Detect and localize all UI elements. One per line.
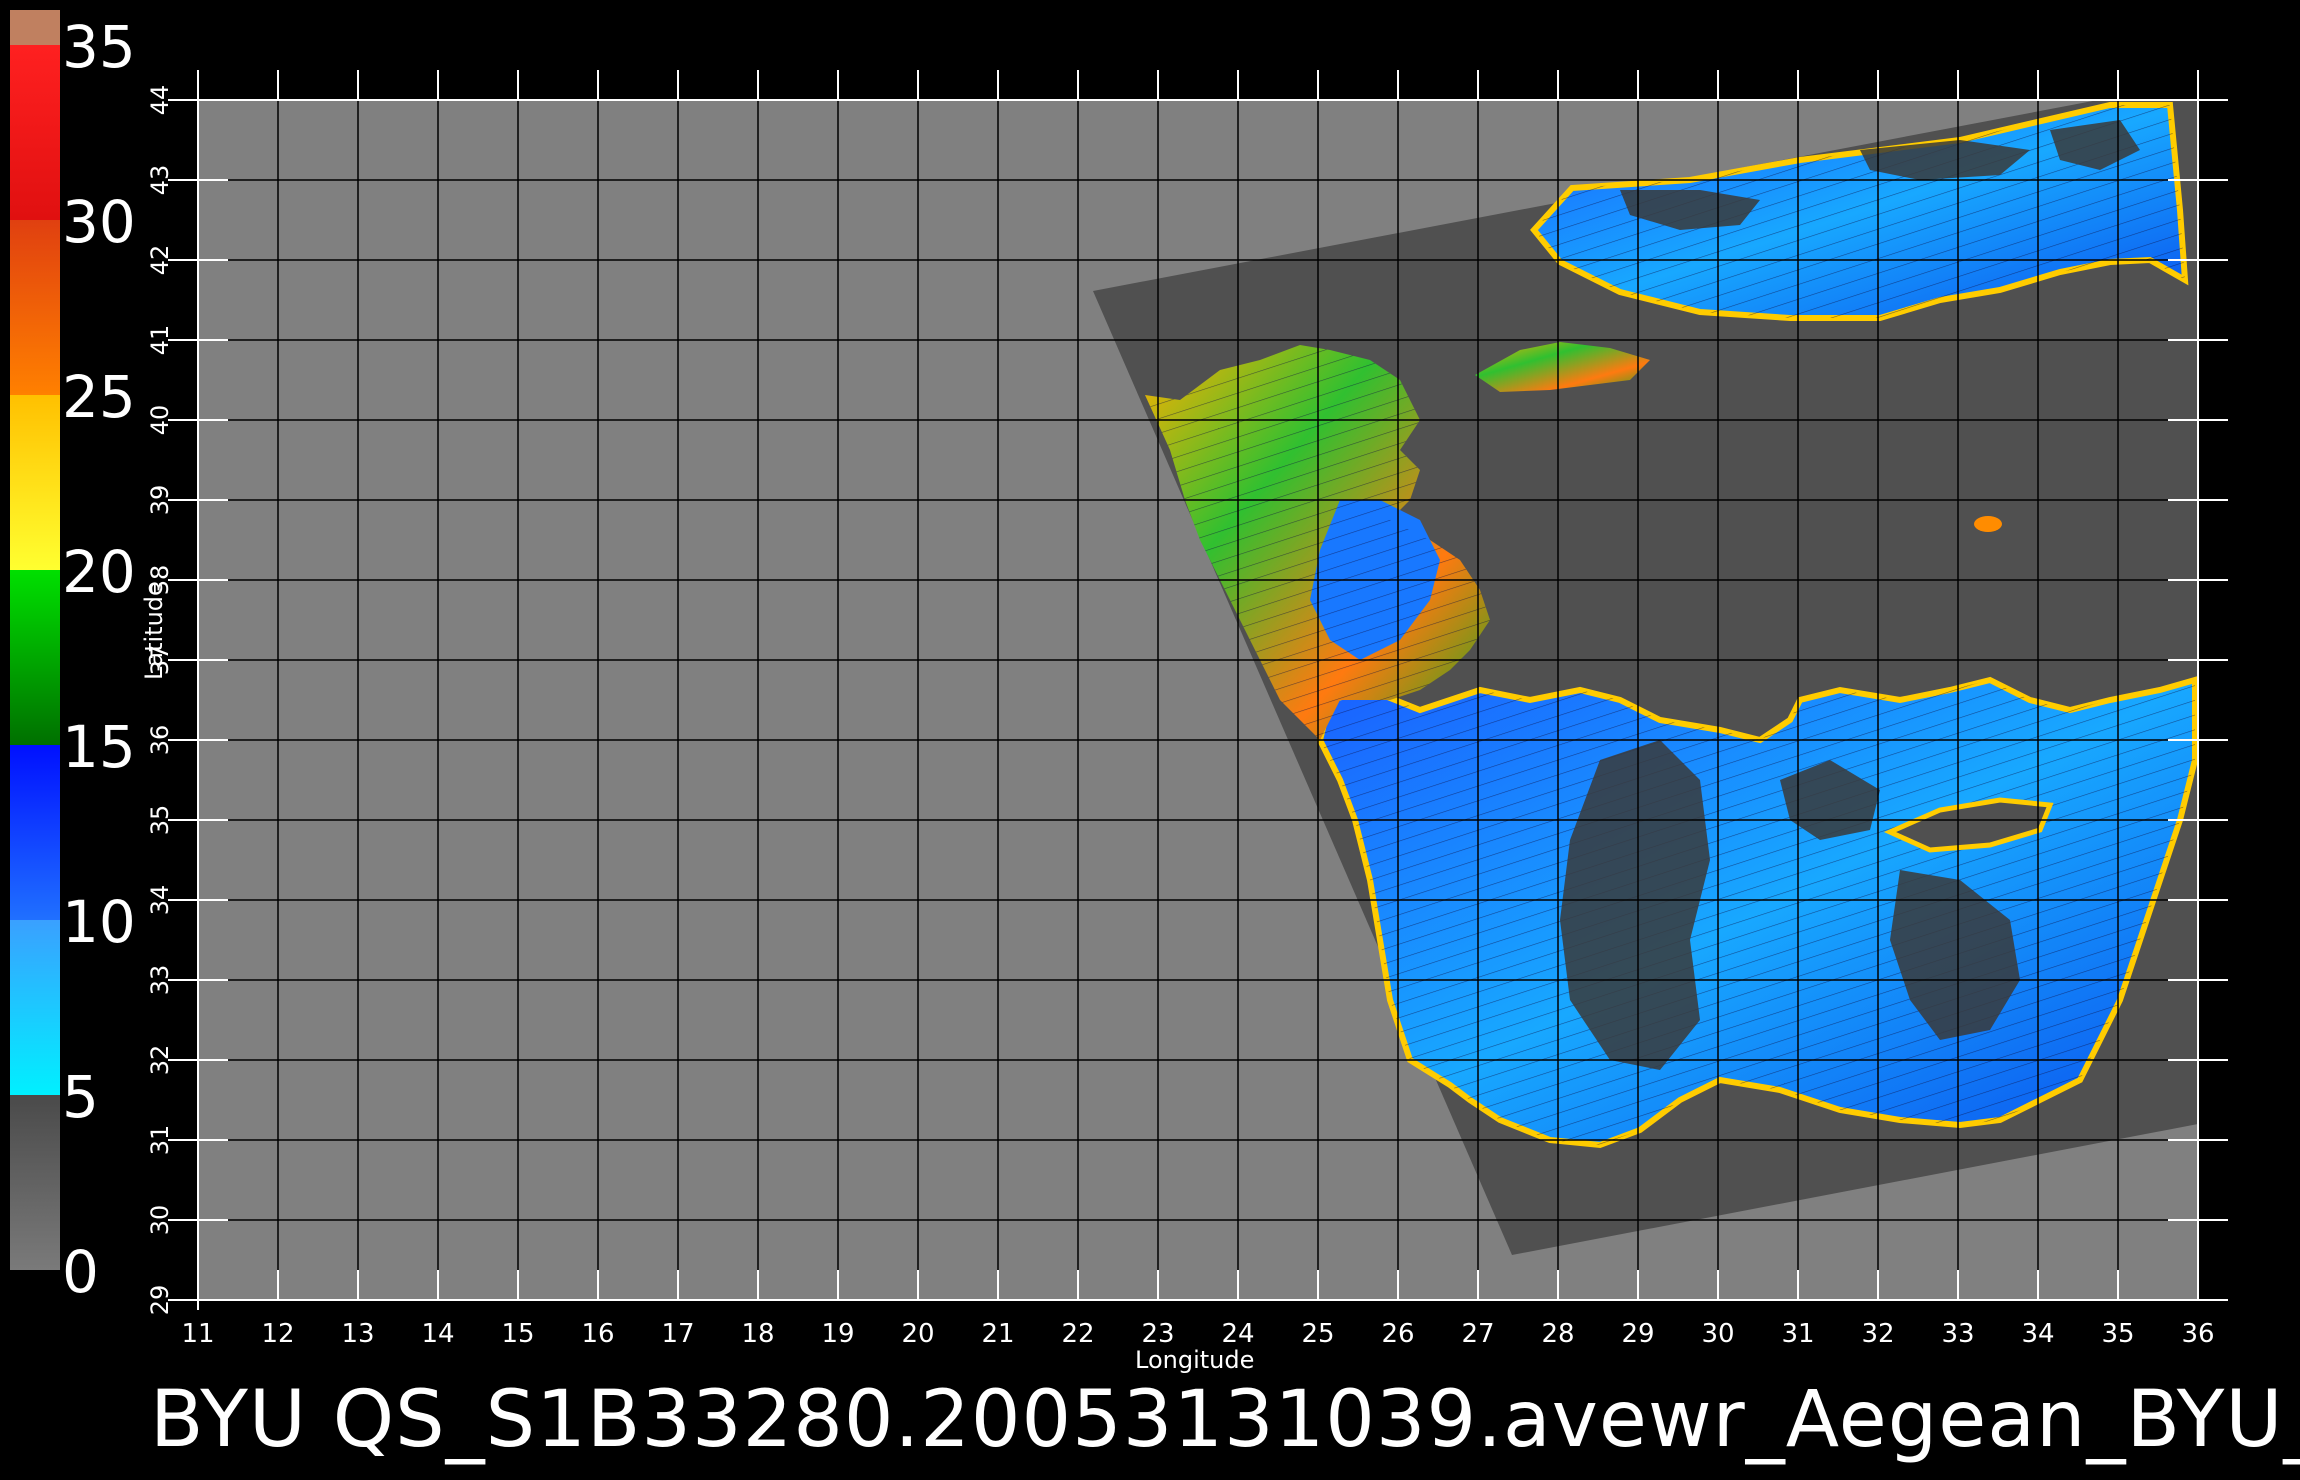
colorbar-label: 25 — [62, 363, 136, 431]
lat-tick-label: 32 — [146, 1045, 174, 1076]
lon-tick-label: 16 — [581, 1319, 614, 1349]
y-axis-title: Latitude — [140, 581, 168, 680]
lat-tick-label: 36 — [146, 725, 174, 756]
colorbar-band — [10, 220, 60, 395]
lat-tick-label: 35 — [146, 805, 174, 836]
colorbar-label: 15 — [62, 713, 136, 781]
lon-tick-label: 34 — [2021, 1319, 2054, 1349]
lat-tick-label: 40 — [146, 405, 174, 436]
colorbar-label: 5 — [62, 1063, 99, 1131]
lon-tick-label: 15 — [501, 1319, 534, 1349]
wind-map-figure: 0 5 10 15 20 25 30 35 11 12 13 14 15 16 17 18 19 2 — [0, 0, 2300, 1480]
colorbar-label: 10 — [62, 888, 136, 956]
lon-tick-label: 13 — [341, 1319, 374, 1349]
image-caption: BYU QS_S1B33280.20053131039.avewr_Aegean… — [150, 1375, 2300, 1465]
lon-tick-label: 31 — [1781, 1319, 1814, 1349]
mediterranean-hatch — [1320, 680, 2195, 1145]
lon-tick-label: 36 — [2181, 1319, 2214, 1349]
lon-tick-label: 29 — [1621, 1319, 1654, 1349]
lon-tick-label: 28 — [1541, 1319, 1574, 1349]
lon-tick-label: 30 — [1701, 1319, 1734, 1349]
lon-tick-label: 17 — [661, 1319, 694, 1349]
lat-tick-label: 34 — [146, 885, 174, 916]
lat-tick-label: 29 — [146, 1285, 174, 1316]
colorbar-band — [10, 920, 60, 1095]
map-canvas: 05101520253035 11 12 13 14 15 16 17 18 19 2 — [10, 10, 2228, 1349]
lon-tick-label: 18 — [741, 1319, 774, 1349]
colorbar-label: 35 — [62, 13, 136, 81]
lat-tick-label: 41 — [146, 325, 174, 356]
lon-tick-label: 24 — [1221, 1319, 1254, 1349]
lon-tick-label: 11 — [181, 1319, 214, 1349]
lon-tick-label: 12 — [261, 1319, 294, 1349]
colorbar-band — [10, 395, 60, 570]
colorbar-band — [10, 45, 60, 220]
colorbar-label: 0 — [62, 1238, 99, 1306]
colorbar-band — [10, 570, 60, 745]
lat-tick-label: 42 — [146, 245, 174, 276]
lon-tick-label: 23 — [1141, 1319, 1174, 1349]
lon-tick-label: 20 — [901, 1319, 934, 1349]
lat-tick-label: 30 — [146, 1205, 174, 1236]
lon-tick-label: 25 — [1301, 1319, 1334, 1349]
lat-tick-label: 33 — [146, 965, 174, 996]
colorbar-band — [10, 10, 60, 45]
colorbar: 0 5 10 15 20 25 30 35 — [10, 10, 136, 1306]
lake-spot — [1974, 516, 2002, 532]
colorbar-label: 30 — [62, 188, 136, 256]
lon-tick-label: 19 — [821, 1319, 854, 1349]
colorbar-label: 20 — [62, 538, 136, 606]
lat-tick-label: 43 — [146, 165, 174, 196]
lon-tick-label: 14 — [421, 1319, 454, 1349]
colorbar-band — [10, 745, 60, 920]
lon-tick-label: 35 — [2101, 1319, 2134, 1349]
lon-tick-label: 32 — [1861, 1319, 1894, 1349]
lon-tick-label: 22 — [1061, 1319, 1094, 1349]
lon-tick-label: 33 — [1941, 1319, 1974, 1349]
lon-tick-label: 21 — [981, 1319, 1014, 1349]
colorbar-band — [10, 1095, 60, 1270]
lon-tick-label: 26 — [1381, 1319, 1414, 1349]
lat-tick-label: 31 — [146, 1125, 174, 1156]
lon-tick-label: 27 — [1461, 1319, 1494, 1349]
lat-tick-label: 44 — [146, 85, 174, 116]
lat-tick-label: 39 — [146, 485, 174, 516]
